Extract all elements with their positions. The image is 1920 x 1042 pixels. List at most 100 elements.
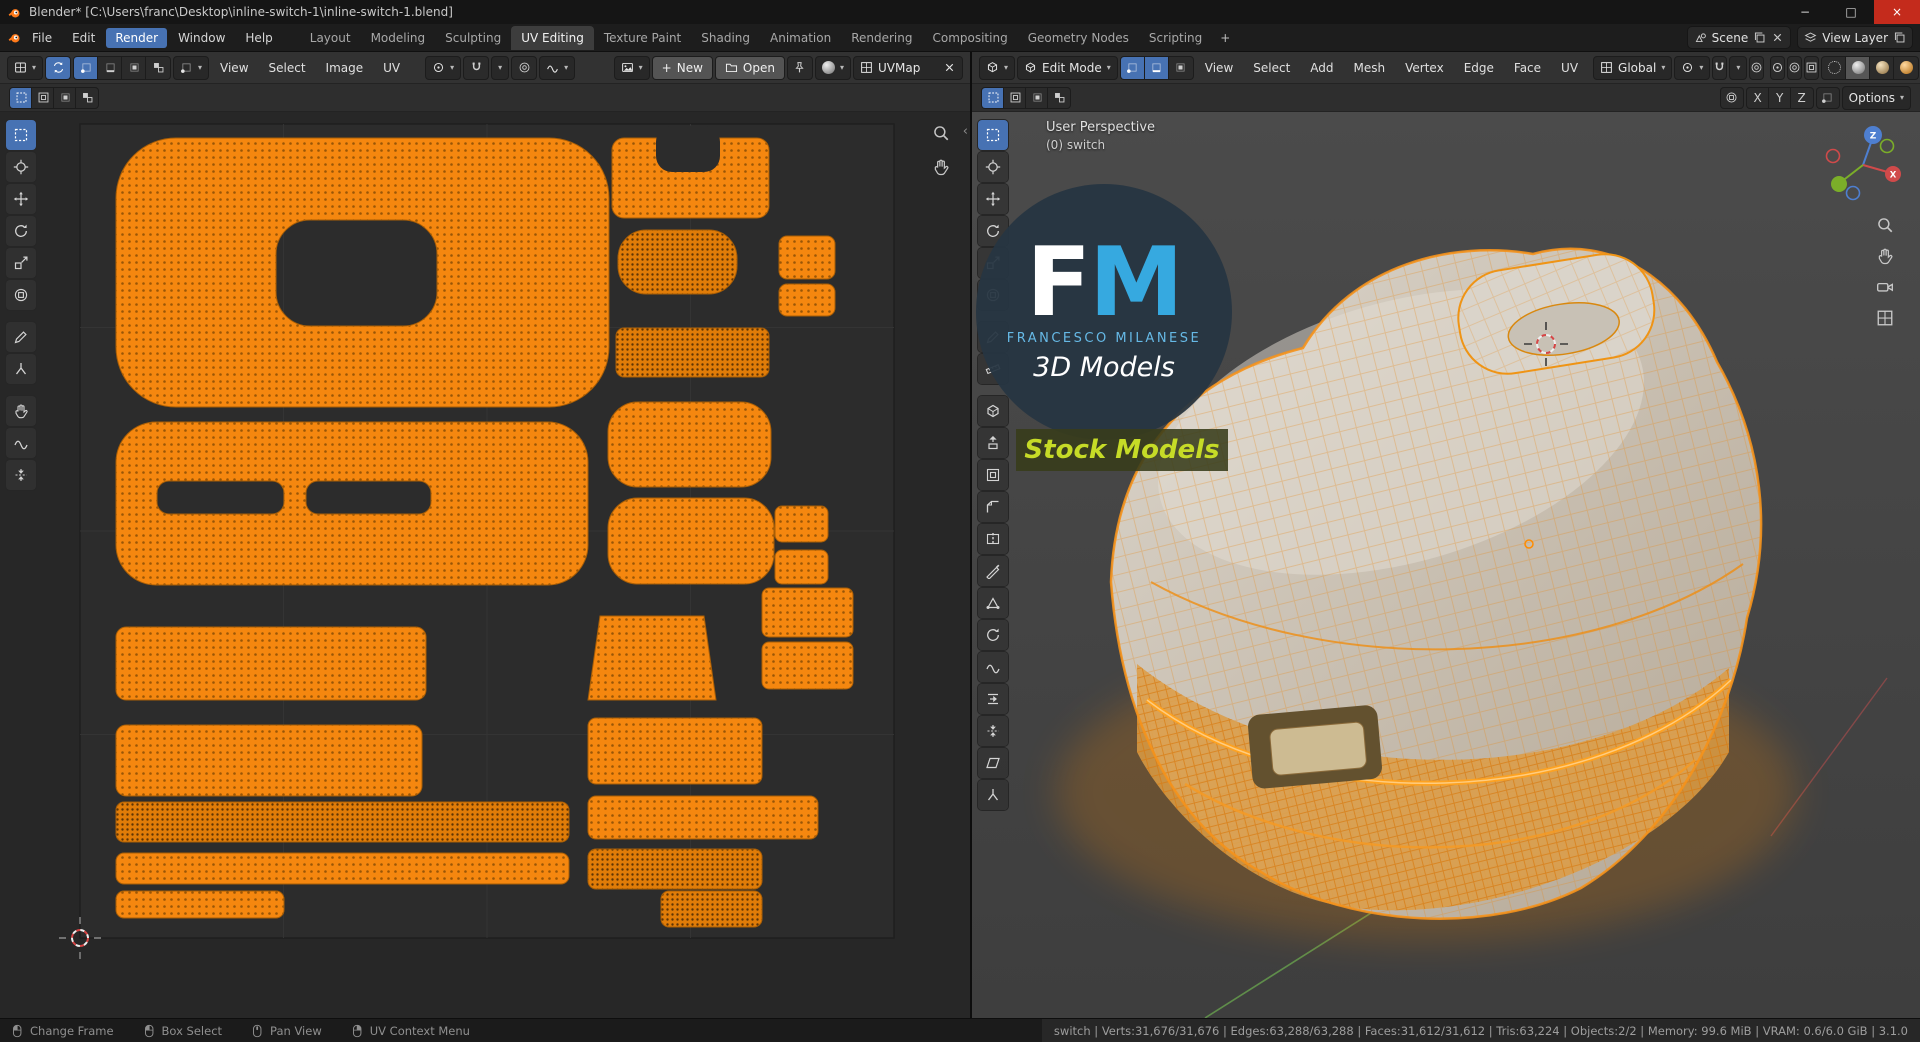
viewport-editor-type-button[interactable]: ▾ [980, 56, 1015, 79]
workspace-tab-shading[interactable]: Shading [691, 26, 760, 50]
uv-tool-relax[interactable] [6, 428, 36, 458]
uv-snap-dropdown[interactable]: ▾ [492, 56, 509, 79]
vp-menu-view[interactable]: View [1197, 58, 1241, 78]
new-view-layer-icon[interactable] [1893, 31, 1906, 44]
add-workspace-button[interactable]: + [1212, 28, 1238, 48]
mesh-select-vertex-button[interactable] [1120, 56, 1145, 79]
vp-menu-face[interactable]: Face [1506, 58, 1549, 78]
box-select-mode-intersect-button[interactable] [76, 87, 98, 108]
uv-editor-type-button[interactable]: ▾ [8, 56, 43, 79]
mirror-y-button[interactable]: Y [1768, 87, 1791, 108]
mirror-z-button[interactable]: Z [1790, 87, 1813, 108]
unlink-scene-icon[interactable] [1771, 31, 1784, 44]
snap-dropdown[interactable]: ▾ [1730, 56, 1747, 79]
vp-select-mode-new-button[interactable] [982, 87, 1004, 108]
mode-selector[interactable]: Edit Mode ▾ [1018, 56, 1117, 79]
new-image-button[interactable]: + New [652, 56, 712, 79]
zoom-icon[interactable] [1876, 216, 1894, 234]
pivot-point-dropdown[interactable]: ▾ [1675, 56, 1710, 79]
vp-tool-inset-faces[interactable] [978, 460, 1008, 490]
shading-wireframe-button[interactable] [1822, 56, 1847, 79]
vp-tool-rip-region[interactable] [978, 780, 1008, 810]
vp-tool-edge-slide[interactable] [978, 684, 1008, 714]
transform-orientation-dropdown[interactable]: Global ▾ [1594, 56, 1672, 79]
xray-toggle[interactable] [1805, 56, 1819, 79]
vp-tool-add-cube[interactable] [978, 396, 1008, 426]
zoom-icon[interactable] [932, 124, 950, 142]
uv-falloff-dropdown[interactable]: ▾ [540, 56, 575, 79]
mirror-x-button[interactable]: X [1746, 87, 1769, 108]
vp-menu-edge[interactable]: Edge [1456, 58, 1502, 78]
uv-tool-pinch[interactable] [6, 460, 36, 490]
workspace-tab-layout[interactable]: Layout [300, 26, 361, 50]
new-scene-icon[interactable] [1753, 31, 1766, 44]
vp-select-mode-intersect-button[interactable] [1048, 87, 1070, 108]
uv-sticky-select-dropdown[interactable]: ▾ [174, 56, 209, 79]
uv-map-selector[interactable]: UVMap [854, 56, 962, 79]
shading-solid-button[interactable] [1846, 56, 1871, 79]
uv-proportional-edit-toggle[interactable] [512, 56, 537, 79]
pan-hand-icon[interactable] [932, 158, 950, 176]
workspace-tab-scripting[interactable]: Scripting [1139, 26, 1212, 50]
camera-view-icon[interactable] [1876, 278, 1894, 296]
uv-menu-image[interactable]: Image [318, 58, 372, 78]
show-gizmo-toggle[interactable] [1771, 56, 1785, 79]
auto-merge-toggle[interactable] [1816, 87, 1839, 108]
pan-hand-icon[interactable] [1876, 247, 1894, 265]
browse-image-dropdown[interactable]: ▾ [614, 56, 649, 79]
show-overlays-toggle[interactable] [1788, 56, 1802, 79]
maximize-button[interactable]: □ [1828, 0, 1874, 24]
vp-tool-bevel[interactable] [978, 492, 1008, 522]
shading-material-button[interactable] [1870, 56, 1895, 79]
vp-tool-loop-cut[interactable] [978, 524, 1008, 554]
vp-select-mode-extend-button[interactable] [1004, 87, 1026, 108]
vp-tool-move[interactable] [978, 184, 1008, 214]
vp-tool-shrink-fatten[interactable] [978, 716, 1008, 746]
proportional-edit-toggle[interactable] [1750, 56, 1764, 79]
uv-tool-annotate[interactable] [6, 322, 36, 352]
view-layer-selector[interactable]: View Layer [1798, 27, 1912, 48]
workspace-tab-sculpting[interactable]: Sculpting [435, 26, 511, 50]
mesh-select-face-button[interactable] [1168, 56, 1193, 79]
workspace-tab-geometry-nodes[interactable]: Geometry Nodes [1018, 26, 1139, 50]
menu-render[interactable]: Render [106, 27, 168, 48]
transform-pivot-togg[interactable] [1720, 87, 1743, 108]
uv-tool-transform[interactable] [6, 280, 36, 310]
minimize-button[interactable]: − [1782, 0, 1828, 24]
box-select-mode-subtract-button[interactable] [54, 87, 76, 108]
vp-tool-extrude-region[interactable] [978, 428, 1008, 458]
scene-selector[interactable]: Scene [1687, 27, 1791, 48]
options-dropdown[interactable]: Options ▾ [1842, 86, 1910, 109]
mesh-select-edge-button[interactable] [1144, 56, 1169, 79]
uv-tool-rip-region[interactable] [6, 354, 36, 384]
shading-rendered-button[interactable] [1894, 56, 1919, 79]
workspace-tab-uv-editing[interactable]: UV Editing [511, 25, 594, 50]
vp-tool-poly-build[interactable] [978, 588, 1008, 618]
display-channels-dropdown[interactable]: ▾ [815, 56, 850, 79]
uv-tool-scale[interactable] [6, 248, 36, 278]
vp-tool-smooth[interactable] [978, 652, 1008, 682]
uv-tool-move[interactable] [6, 184, 36, 214]
navigation-gizmo[interactable]: Z X [1820, 122, 1906, 208]
gizmo-z-label[interactable]: Z [1870, 132, 1877, 142]
uv-tool-cursor[interactable] [6, 152, 36, 182]
menu-window[interactable]: Window [169, 28, 234, 48]
snap-toggle[interactable] [1713, 56, 1727, 79]
vp-tool-cursor[interactable] [978, 152, 1008, 182]
open-image-button[interactable]: Open [715, 56, 784, 79]
blender-app-menu-icon[interactable] [8, 31, 21, 44]
uv-select-island-button[interactable] [146, 56, 171, 79]
uv-menu-uv[interactable]: UV [375, 58, 408, 78]
orthographic-toggle-icon[interactable] [1876, 309, 1894, 327]
uv-snap-toggle[interactable] [464, 56, 489, 79]
vp-tool-select-box[interactable] [978, 120, 1008, 150]
uv-select-vertex-button[interactable] [74, 56, 99, 79]
workspace-tab-texture-paint[interactable]: Texture Paint [594, 26, 691, 50]
uv-menu-view[interactable]: View [212, 58, 256, 78]
gizmo-x-label[interactable]: X [1890, 171, 1897, 181]
uv-select-face-button[interactable] [122, 56, 147, 79]
uv-sync-selection-toggle[interactable] [46, 56, 71, 79]
vp-tool-shear[interactable] [978, 748, 1008, 778]
workspace-tab-modeling[interactable]: Modeling [361, 26, 436, 50]
menu-file[interactable]: File [23, 28, 61, 48]
